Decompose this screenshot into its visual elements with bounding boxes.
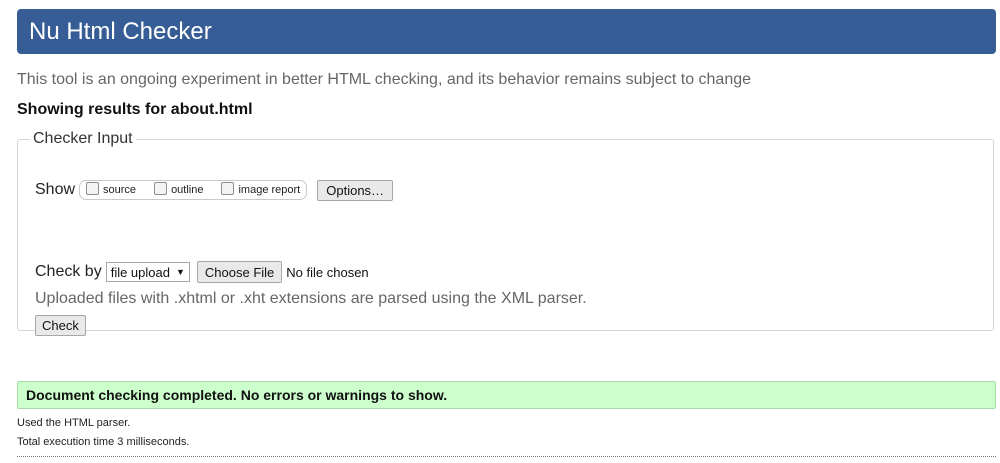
parser-note: Used the HTML parser. <box>17 417 131 429</box>
check-button[interactable]: Check <box>35 315 86 336</box>
source-checkbox-label[interactable]: source <box>103 184 136 196</box>
image-report-checkbox[interactable] <box>221 181 235 195</box>
dropdown-caret-icon: ▼ <box>175 267 185 277</box>
options-button[interactable]: Options… <box>317 179 394 201</box>
execution-time-note: Total execution time 3 milliseconds. <box>17 436 190 448</box>
check-by-row: Check by file upload ▼ Choose File No fi… <box>35 260 369 284</box>
check-by-label: Check by <box>35 263 102 280</box>
show-row: Show source outline image report Options… <box>35 178 394 202</box>
check-by-select[interactable]: file upload ▼ <box>105 262 190 282</box>
divider <box>17 456 996 457</box>
page-header: Nu Html Checker <box>17 9 996 54</box>
show-options-group: source outline image report <box>79 180 308 200</box>
no-file-chosen-text: No file chosen <box>286 264 369 280</box>
source-checkbox[interactable] <box>86 181 100 195</box>
page-title: Nu Html Checker <box>29 18 212 45</box>
check-by-selected-value: file upload <box>110 264 170 280</box>
choose-file-button[interactable]: Choose File <box>196 261 283 283</box>
checker-input-fieldset: Checker Input Show source outline image … <box>17 130 994 336</box>
outline-checkbox-label[interactable]: outline <box>171 184 203 196</box>
xml-parser-note: Uploaded files with .xhtml or .xht exten… <box>35 290 587 307</box>
results-heading: Showing results for about.html <box>17 101 253 118</box>
show-label: Show <box>35 181 76 198</box>
outline-checkbox[interactable] <box>154 181 168 195</box>
image-report-checkbox-label[interactable]: image report <box>238 184 300 196</box>
intro-text: This tool is an ongoing experiment in be… <box>17 71 752 88</box>
checker-input-legend: Checker Input <box>33 130 133 147</box>
success-message: Document checking completed. No errors o… <box>17 381 996 409</box>
